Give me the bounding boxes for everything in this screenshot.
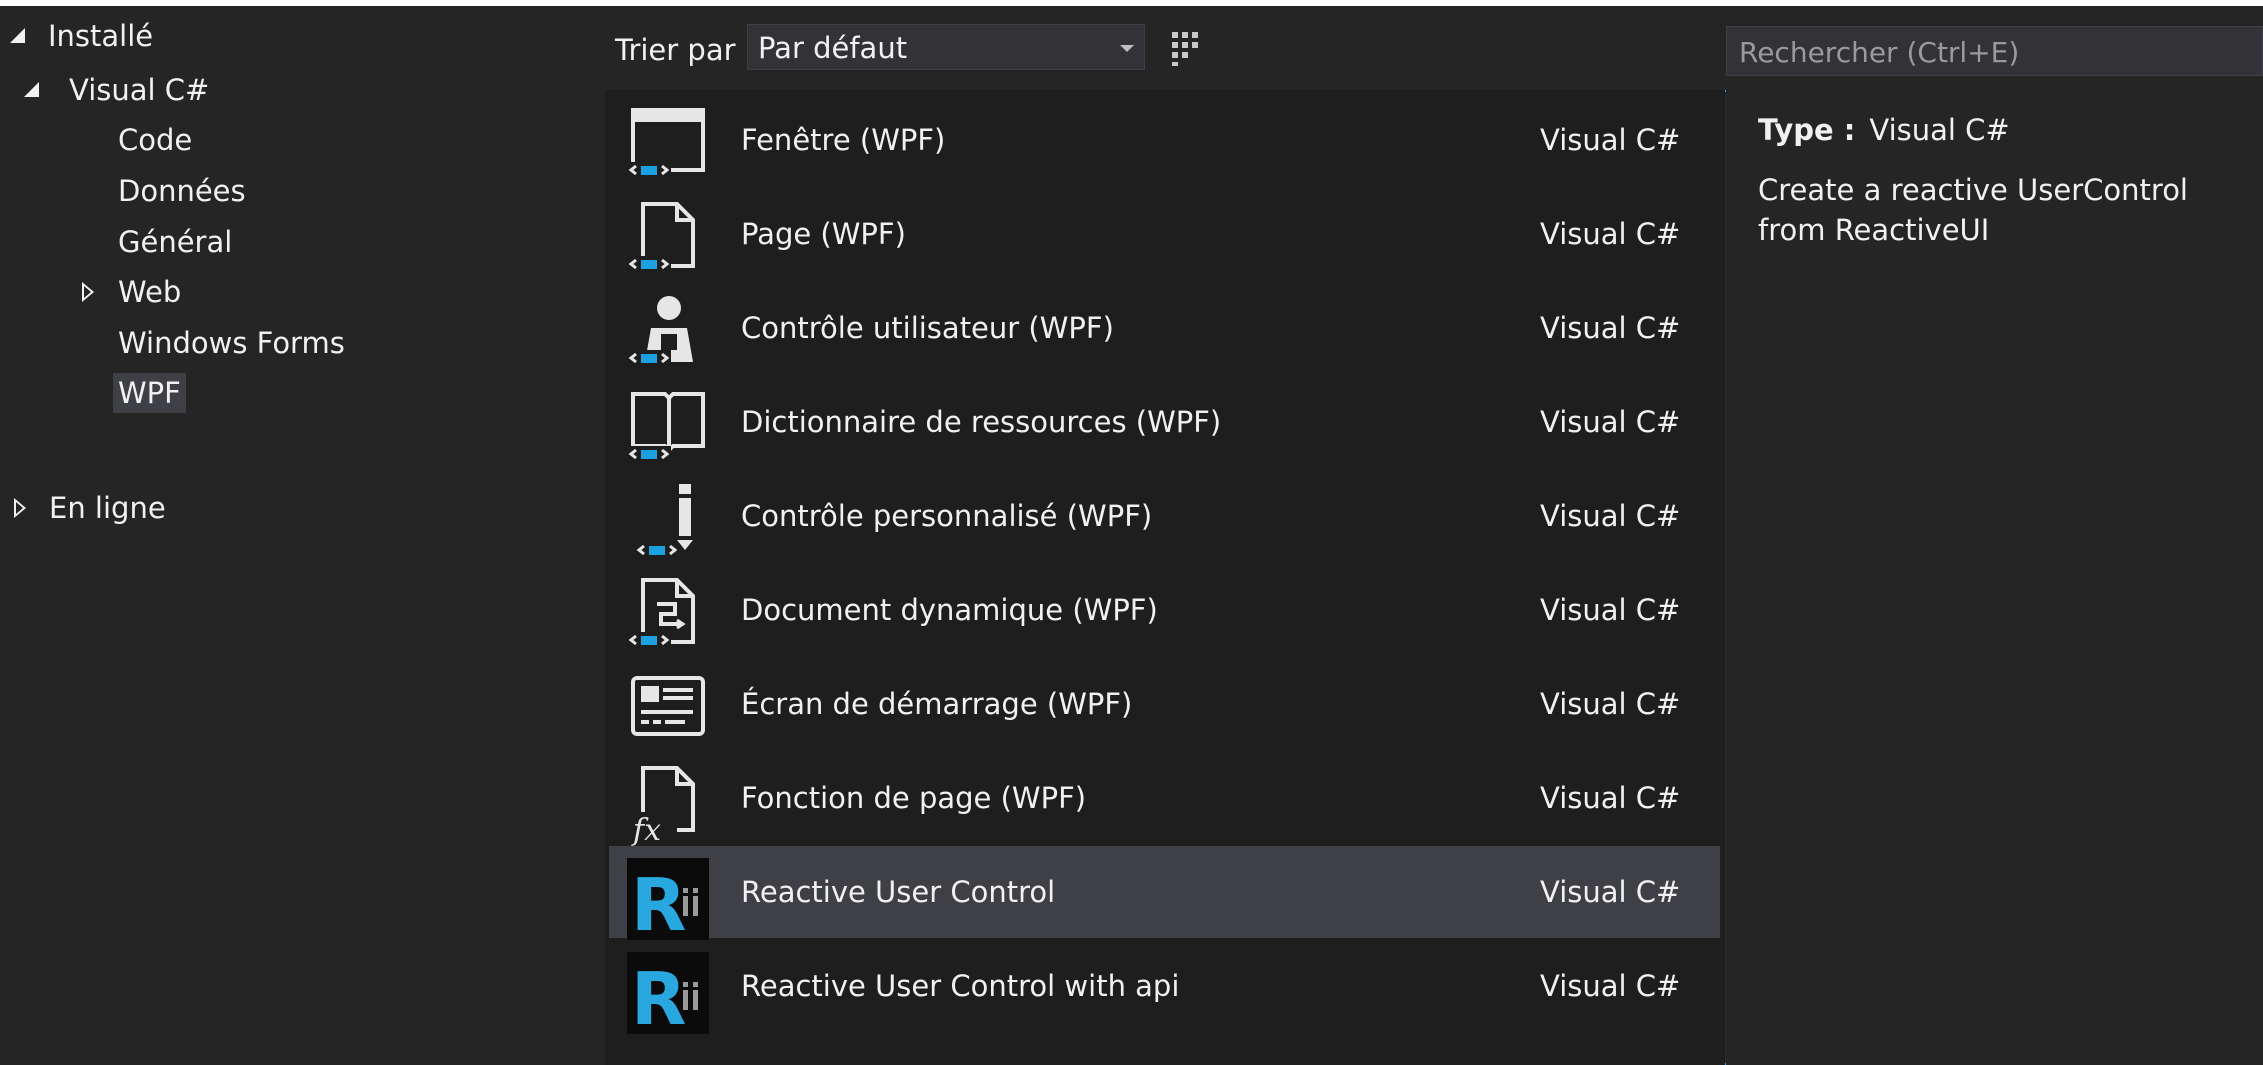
template-name: Contrôle personnalisé (WPF)	[741, 499, 1153, 533]
template-name: Écran de démarrage (WPF)	[741, 687, 1133, 721]
template-name: Fonction de page (WPF)	[741, 781, 1087, 815]
svg-text:R: R	[631, 957, 686, 1034]
tree-label-code: Code	[118, 123, 193, 157]
collapsed-arrow-icon[interactable]	[14, 498, 26, 518]
tree-node-windows-forms[interactable]: Windows Forms	[118, 323, 345, 363]
list-item[interactable]: Dictionnaire de ressources (WPF) Visual …	[609, 376, 1725, 468]
list-item-selected[interactable]: R Reactive User Control Visual C#	[609, 846, 1720, 940]
template-language: Visual C#	[1540, 875, 1681, 909]
template-language: Visual C#	[1540, 969, 1681, 1003]
list-item[interactable]: fx Fonction de page (WPF) Visual C#	[609, 752, 1725, 846]
wpf-page-icon	[628, 202, 695, 280]
tree-label-online: En ligne	[49, 491, 166, 525]
template-language: Visual C#	[1540, 499, 1681, 533]
template-name: Reactive User Control with api	[741, 969, 1180, 1003]
template-name: Fenêtre (WPF)	[741, 123, 946, 157]
list-item[interactable]: Document dynamique (WPF) Visual C#	[609, 564, 1725, 656]
template-name: Page (WPF)	[741, 217, 906, 251]
tree-label-installed: Installé	[48, 19, 154, 53]
sort-dropdown-value: Par défaut	[758, 31, 908, 65]
template-language: Visual C#	[1540, 123, 1681, 157]
template-language: Visual C#	[1540, 687, 1681, 721]
list-item[interactable]: Fenêtre (WPF) Visual C#	[609, 94, 1725, 186]
reactiveui-logo-icon: R	[627, 858, 709, 940]
wpf-page-function-icon: fx	[629, 766, 695, 846]
list-item[interactable]: Contrôle personnalisé (WPF) Visual C#	[609, 470, 1725, 562]
tree-node-donnees[interactable]: Données	[118, 171, 246, 211]
svg-text:R: R	[631, 863, 686, 940]
template-name: Document dynamique (WPF)	[741, 593, 1158, 627]
wpf-user-control-icon	[628, 296, 693, 374]
list-item[interactable]: R Reactive User Control with api Visual …	[609, 940, 1725, 1034]
template-language: Visual C#	[1540, 593, 1681, 627]
list-item[interactable]: Contrôle utilisateur (WPF) Visual C#	[609, 282, 1725, 374]
template-language: Visual C#	[1540, 217, 1681, 251]
tree-node-wpf[interactable]: WPF	[113, 373, 186, 413]
template-language: Visual C#	[1540, 311, 1681, 345]
type-value: Visual C#	[1869, 113, 2010, 147]
tree-label-wpf: WPF	[118, 376, 181, 410]
add-new-item-dialog: Installé Visual C# Code Données Général …	[0, 0, 2263, 1065]
search-box[interactable]	[1726, 26, 2263, 76]
template-name: Dictionnaire de ressources (WPF)	[741, 405, 1222, 439]
wpf-splash-screen-icon	[631, 676, 705, 736]
type-label: Type :	[1758, 113, 1856, 147]
sort-label: Trier par :	[615, 33, 755, 67]
tree-label-visual-csharp: Visual C#	[69, 73, 210, 107]
tree-node-general[interactable]: Général	[118, 222, 232, 262]
expanded-arrow-icon[interactable]	[10, 28, 25, 43]
list-item[interactable]: Page (WPF) Visual C#	[609, 188, 1725, 280]
small-icons-view-button[interactable]	[1162, 22, 1214, 74]
collapsed-arrow-icon[interactable]	[82, 282, 94, 302]
template-name: Contrôle utilisateur (WPF)	[741, 311, 1114, 345]
wpf-window-icon	[628, 108, 705, 186]
tree-label-web: Web	[118, 275, 182, 309]
wpf-resource-dictionary-icon	[628, 392, 705, 468]
template-language: Visual C#	[1540, 781, 1681, 815]
small-icons-view-icon	[1172, 32, 1198, 66]
tree-label-windows-forms: Windows Forms	[118, 326, 345, 360]
category-tree: Installé Visual C# Code Données Général …	[0, 6, 605, 1065]
expanded-arrow-icon[interactable]	[24, 82, 39, 97]
template-name: Reactive User Control	[741, 875, 1056, 909]
details-pane: Type : Visual C# Create a reactive UserCo…	[1726, 90, 2263, 1065]
svg-text:fx: fx	[631, 813, 661, 846]
sort-dropdown[interactable]: Par défaut	[747, 24, 1145, 70]
search-input[interactable]	[1737, 31, 2241, 73]
tree-label-general: Général	[118, 225, 233, 259]
tree-label-donnees: Données	[118, 174, 246, 208]
tree-node-code[interactable]: Code	[118, 120, 192, 160]
template-language: Visual C#	[1540, 405, 1681, 439]
wpf-flow-document-icon	[628, 578, 695, 656]
type-row: Type : Visual C#	[1758, 110, 2010, 150]
wpf-custom-control-icon	[636, 484, 693, 556]
list-item[interactable]: Écran de démarrage (WPF) Visual C#	[609, 658, 1725, 750]
template-description: Create a reactive UserControl from React…	[1758, 173, 2188, 247]
chevron-down-icon	[1120, 45, 1134, 52]
template-list: Fenêtre (WPF) Visual C# Page (WPF) Visua…	[605, 90, 1725, 1065]
reactiveui-logo-icon: R	[627, 952, 709, 1034]
